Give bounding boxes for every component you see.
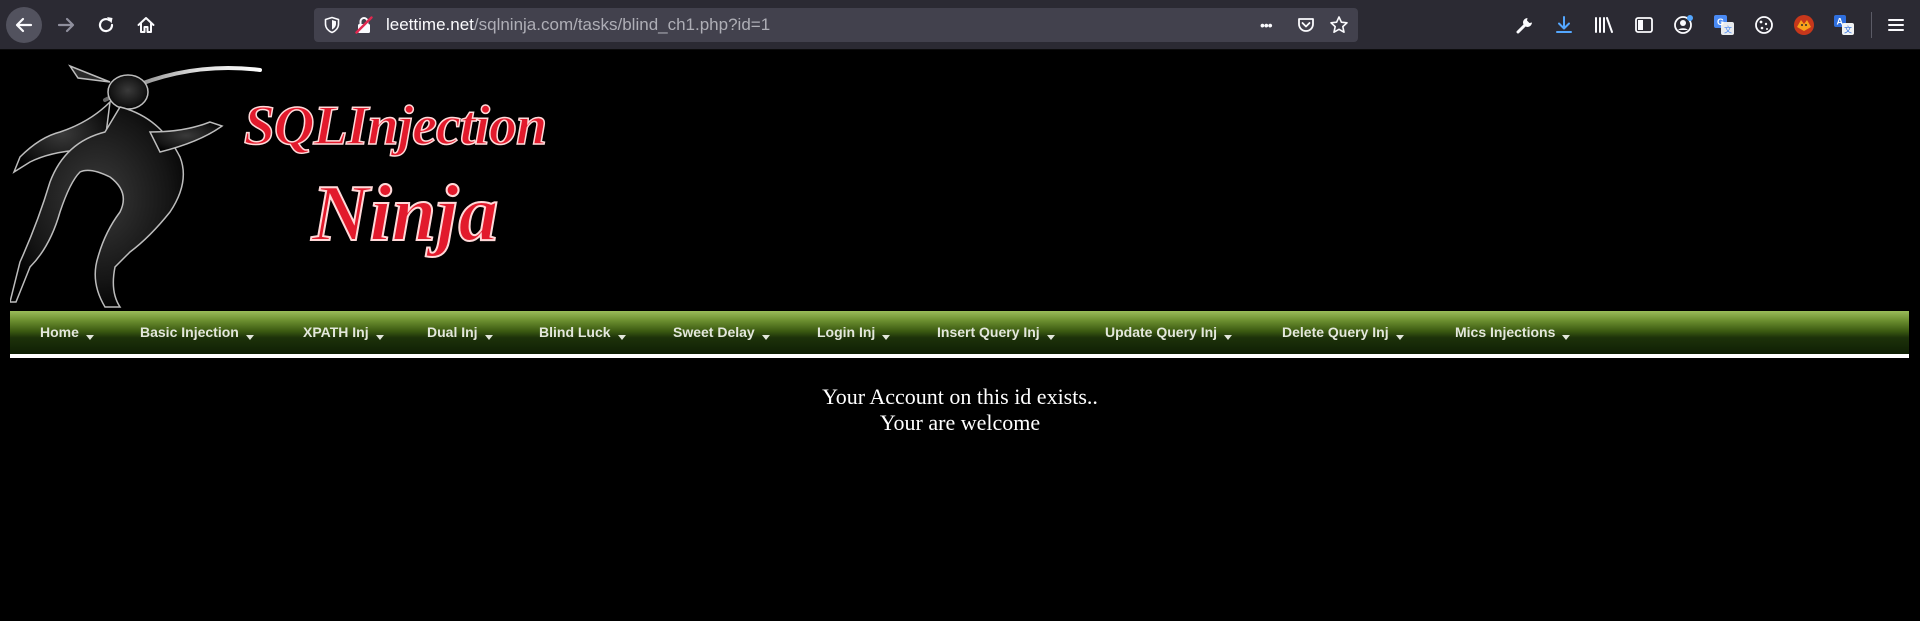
nav-item-xpath-inj[interactable]: XPATH Inj <box>303 311 384 353</box>
dropdown-caret-icon <box>882 335 891 340</box>
nav-item-label: Update Query Inj <box>1105 324 1218 340</box>
sidebar-button[interactable] <box>1632 13 1656 37</box>
library-button[interactable] <box>1592 13 1616 37</box>
nav-item-label: Login Inj <box>817 324 876 340</box>
sidebar-icon <box>1635 17 1653 33</box>
nav-item-sweet-delay[interactable]: Sweet Delay <box>673 311 770 353</box>
menu-icon <box>1888 19 1904 31</box>
download-icon <box>1556 16 1572 33</box>
ninja-figure <box>10 64 224 308</box>
home-icon <box>137 17 155 33</box>
nav-item-label: Delete Query Inj <box>1282 324 1389 340</box>
home-button[interactable] <box>128 7 164 43</box>
nav-item-insert-query-inj[interactable]: Insert Query Inj <box>937 311 1055 353</box>
reload-button[interactable] <box>88 7 124 43</box>
devtools-button[interactable] <box>1513 13 1537 37</box>
bookmark-star-icon[interactable] <box>1329 15 1349 35</box>
dropdown-caret-icon <box>761 335 770 340</box>
nav-item-label: Sweet Delay <box>673 324 755 340</box>
banner-title-line2: Ninja <box>311 170 499 258</box>
nav-item-label: Insert Query Inj <box>937 324 1040 340</box>
web-page: SQLInjection Ninja Home Basic Injection … <box>0 50 1920 621</box>
insecure-lock-icon[interactable] <box>355 16 373 34</box>
nav-item-mics-injections[interactable]: Mics Injections <box>1455 311 1571 353</box>
pocket-icon[interactable] <box>1296 15 1316 35</box>
nav-item-basic-injection[interactable]: Basic Injection <box>140 311 254 353</box>
app-menu-button[interactable] <box>1884 13 1908 37</box>
language-icon: A 文 <box>1834 15 1854 35</box>
fox-extension-icon <box>1794 15 1814 35</box>
address-bar[interactable]: leettime.net/sqlninja.com/tasks/blind_ch… <box>314 8 1358 42</box>
nav-item-update-query-inj[interactable]: Update Query Inj <box>1105 311 1233 353</box>
tracking-shield-icon[interactable] <box>323 16 341 34</box>
nav-item-label: Dual Inj <box>427 324 478 340</box>
library-icon <box>1595 17 1613 33</box>
cookie-icon <box>1755 16 1773 34</box>
svg-text:文: 文 <box>1844 25 1852 35</box>
dropdown-caret-icon <box>1395 335 1404 340</box>
result-message: Your Account on this id exists.. Your ar… <box>0 384 1920 436</box>
dropdown-caret-icon <box>1224 335 1233 340</box>
reload-icon <box>98 17 114 33</box>
dropdown-caret-icon <box>617 335 626 340</box>
banner-title-line1: SQLInjection <box>244 95 546 157</box>
toolbar-separator <box>1871 12 1872 38</box>
nav-item-delete-query-inj[interactable]: Delete Query Inj <box>1282 311 1404 353</box>
dropdown-caret-icon <box>245 335 254 340</box>
translate-extension-button[interactable]: G 文 <box>1712 13 1736 37</box>
url-text[interactable]: leettime.net/sqlninja.com/tasks/blind_ch… <box>386 8 770 42</box>
site-banner-logo: SQLInjection Ninja <box>10 64 548 308</box>
svg-text:A: A <box>1837 17 1844 27</box>
nav-item-login-inj[interactable]: Login Inj <box>817 311 891 353</box>
dropdown-caret-icon <box>1046 335 1055 340</box>
dropdown-caret-icon <box>85 335 94 340</box>
nav-item-label: Home <box>40 324 79 340</box>
nav-item-label: XPATH Inj <box>303 324 369 340</box>
wrench-icon <box>1516 18 1532 34</box>
account-exists-text: Your Account on this id exists.. <box>822 384 1098 409</box>
welcome-text: Your are welcome <box>879 410 1041 435</box>
more-actions-icon: ••• <box>1260 17 1273 33</box>
fox-extension-button[interactable] <box>1792 13 1816 37</box>
nav-item-blind-luck[interactable]: Blind Luck <box>539 311 626 353</box>
browser-toolbar: leettime.net/sqlninja.com/tasks/blind_ch… <box>0 0 1920 50</box>
dropdown-caret-icon <box>375 335 384 340</box>
url-path: /sqlninja.com/tasks/blind_ch1.php?id=1 <box>473 15 771 34</box>
svg-text:G: G <box>1717 17 1724 27</box>
cookie-extension-button[interactable] <box>1752 13 1776 37</box>
page-actions-button[interactable]: ••• <box>1260 16 1273 34</box>
svg-text:文: 文 <box>1724 25 1732 35</box>
account-button[interactable] <box>1672 13 1696 37</box>
url-domain: leettime.net <box>386 15 474 34</box>
dropdown-caret-icon <box>484 335 493 340</box>
main-nav-bar: Home Basic Injection XPATH Inj Dual Inj … <box>10 311 1909 358</box>
nav-item-label: Blind Luck <box>539 324 611 340</box>
back-arrow-icon <box>15 17 33 33</box>
nav-item-label: Basic Injection <box>140 324 239 340</box>
nav-item-label: Mics Injections <box>1455 324 1556 340</box>
nav-item-dual-inj[interactable]: Dual Inj <box>427 311 493 353</box>
forward-arrow-icon <box>57 17 75 33</box>
language-extension-button[interactable]: A 文 <box>1832 13 1856 37</box>
dropdown-caret-icon <box>1562 335 1571 340</box>
account-icon <box>1674 15 1693 34</box>
back-button[interactable] <box>6 7 42 43</box>
downloads-button[interactable] <box>1552 13 1576 37</box>
forward-button[interactable] <box>48 7 84 43</box>
nav-item-home[interactable]: Home <box>40 311 94 353</box>
translate-icon: G 文 <box>1714 15 1734 35</box>
